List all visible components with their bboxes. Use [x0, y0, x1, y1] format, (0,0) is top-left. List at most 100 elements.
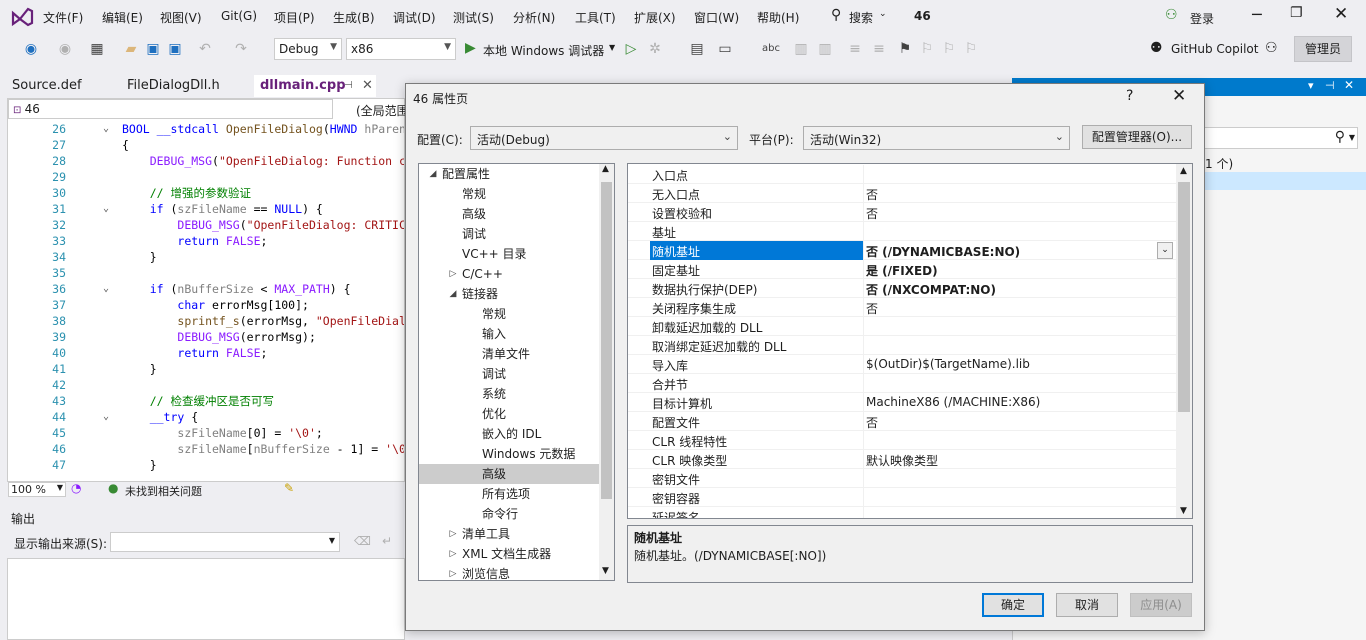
- code-line[interactable]: 36 ⌄ if (nBufferSize < MAX_PATH) {: [8, 281, 404, 297]
- tree-item[interactable]: 常规: [419, 304, 599, 324]
- scroll-down-icon[interactable]: ▼: [602, 566, 609, 576]
- scope-nav-dropdown[interactable]: (全局范围: [356, 102, 409, 119]
- expand-icon[interactable]: ◢: [447, 284, 459, 304]
- prev-bookmark-icon[interactable]: ⚐: [918, 41, 936, 57]
- property-row[interactable]: 取消绑定延迟加载的 DLL: [628, 336, 1176, 355]
- config-manager-button[interactable]: 配置管理器(O)...: [1082, 125, 1192, 149]
- tree-item[interactable]: 高级: [419, 204, 599, 224]
- tree-item[interactable]: 系统: [419, 384, 599, 404]
- hot-reload-icon[interactable]: ✲: [646, 41, 664, 57]
- expand-icon[interactable]: ▷: [447, 544, 459, 564]
- search-button[interactable]: 搜索: [849, 9, 873, 26]
- code-line[interactable]: 40 return FALSE;: [8, 345, 404, 361]
- clear-bookmark-icon[interactable]: ⚐: [962, 41, 980, 57]
- menu-item[interactable]: 编辑(E): [102, 9, 143, 26]
- close-window-icon[interactable]: ✕: [1334, 4, 1348, 24]
- tree-item[interactable]: 优化: [419, 404, 599, 424]
- menu-item[interactable]: 分析(N): [513, 9, 555, 26]
- scroll-down-icon[interactable]: ▼: [1180, 506, 1187, 516]
- clear-output-icon[interactable]: ⌫: [354, 534, 371, 548]
- panel-close-icon[interactable]: ✕: [1344, 78, 1354, 92]
- code-line[interactable]: 39 DEBUG_MSG(errorMsg);: [8, 329, 404, 345]
- property-value[interactable]: 否: [866, 205, 878, 222]
- solution-explorer-icon[interactable]: ▤: [688, 41, 706, 57]
- open-folder-icon[interactable]: ▰: [122, 41, 140, 57]
- tree-item[interactable]: 调试: [419, 364, 599, 384]
- property-value[interactable]: 否: [866, 186, 878, 203]
- scroll-up-icon[interactable]: ▲: [1180, 166, 1187, 176]
- expand-icon[interactable]: ◢: [427, 164, 439, 184]
- back-icon[interactable]: ◉: [22, 41, 40, 57]
- property-row[interactable]: 数据执行保护(DEP) 否 (/NXCOMPAT:NO): [628, 279, 1176, 298]
- platform-select[interactable]: 活动(Win32) ⌄: [803, 126, 1070, 150]
- code-line[interactable]: 38 sprintf_s(errorMsg, "OpenFileDial: [8, 313, 404, 329]
- property-row[interactable]: CLR 映像类型 默认映像类型: [628, 450, 1176, 469]
- close-icon[interactable]: ✕: [1172, 86, 1186, 106]
- cancel-button[interactable]: 取消: [1056, 593, 1118, 617]
- login-icon[interactable]: ⚇: [1165, 7, 1178, 23]
- tree-item[interactable]: Windows 元数据: [419, 444, 599, 464]
- ok-button[interactable]: 确定: [982, 593, 1044, 617]
- property-row[interactable]: 随机基址否 (/DYNAMICBASE:NO): [628, 241, 1176, 260]
- undo-icon[interactable]: ↶: [196, 41, 214, 57]
- tree-item[interactable]: ◢ 链接器: [419, 284, 599, 304]
- menu-item[interactable]: 窗口(W): [694, 9, 739, 26]
- fold-icon[interactable]: ⌄: [103, 281, 109, 297]
- tree-item[interactable]: ▷ C/C++: [419, 264, 599, 284]
- solution-config-select[interactable]: Debug ▼: [274, 38, 342, 60]
- property-row[interactable]: 基址: [628, 222, 1176, 241]
- scroll-up-icon[interactable]: ▲: [602, 164, 609, 174]
- tree-item[interactable]: 嵌入的 IDL: [419, 424, 599, 444]
- property-row[interactable]: 入口点: [628, 165, 1176, 184]
- config-select[interactable]: 活动(Debug) ⌄: [470, 126, 738, 150]
- code-line[interactable]: 29: [8, 169, 404, 185]
- property-row[interactable]: 关闭程序集生成 否: [628, 298, 1176, 317]
- tree-item[interactable]: 调试: [419, 224, 599, 244]
- menu-item[interactable]: 测试(S): [453, 9, 494, 26]
- code-line[interactable]: 26 ⌄ BOOL __stdcall OpenFileDialog(HWND hP…: [8, 121, 404, 137]
- property-tree[interactable]: ◢ 配置属性 常规 高级 调试 VC++ 目录 ▷ C/C++ ◢ 链接器 常规 输入 清单文件 调试 系统…: [418, 163, 615, 581]
- tree-item[interactable]: 所有选项: [419, 484, 599, 504]
- run-icon[interactable]: ▶: [465, 40, 476, 56]
- help-button[interactable]: ?: [1126, 88, 1133, 104]
- fold-icon[interactable]: ⌄: [103, 121, 109, 137]
- menu-item[interactable]: 项目(P): [274, 9, 315, 26]
- redo-icon[interactable]: ↷: [232, 41, 250, 57]
- login-button[interactable]: 登录: [1190, 10, 1214, 27]
- output-content[interactable]: [7, 558, 405, 640]
- fold-icon[interactable]: ⌄: [103, 201, 109, 217]
- tree-item[interactable]: 常规: [419, 184, 599, 204]
- new-project-icon[interactable]: ▦: [88, 41, 106, 57]
- copilot-icon[interactable]: ⚉: [1150, 40, 1163, 56]
- close-tab-icon[interactable]: ✕: [362, 75, 373, 97]
- search-dropdown-icon[interactable]: ⌄: [879, 9, 887, 19]
- property-value[interactable]: 默认映像类型: [866, 452, 938, 469]
- minimize-icon[interactable]: ─: [1252, 5, 1262, 24]
- code-editor[interactable]: 26 ⌄ BOOL __stdcall OpenFileDialog(HWND hP…: [7, 98, 405, 483]
- property-value[interactable]: 否: [866, 414, 878, 431]
- property-row[interactable]: 延迟签名: [628, 507, 1176, 518]
- save-icon[interactable]: ▣: [144, 41, 162, 57]
- property-value[interactable]: $(OutDir)$(TargetName).lib: [866, 357, 1030, 371]
- property-row[interactable]: 合并节: [628, 374, 1176, 393]
- tab-dllmain-cpp[interactable]: dllmain.cpp ⊣ ✕: [254, 75, 376, 97]
- property-value[interactable]: 否 (/DYNAMICBASE:NO): [866, 243, 1020, 260]
- restore-icon[interactable]: ❐: [1290, 5, 1303, 21]
- code-line[interactable]: 35: [8, 265, 404, 281]
- menu-item[interactable]: 生成(B): [333, 9, 375, 26]
- code-line[interactable]: 42: [8, 377, 404, 393]
- property-value[interactable]: MachineX86 (/MACHINE:X86): [866, 395, 1040, 409]
- apply-button[interactable]: 应用(A): [1130, 593, 1192, 617]
- selected-tree-node[interactable]: [1200, 172, 1366, 190]
- value-dropdown-button[interactable]: ⌄: [1157, 242, 1173, 259]
- property-row[interactable]: 密钥容器: [628, 488, 1176, 507]
- comment-icon[interactable]: ▥: [792, 41, 810, 57]
- output-source-select[interactable]: ▼: [110, 532, 340, 552]
- word-wrap-icon[interactable]: ↵: [382, 534, 392, 548]
- menu-item[interactable]: 文件(F): [43, 9, 83, 26]
- tab-source-def[interactable]: Source.def: [12, 78, 82, 93]
- code-line[interactable]: 31 ⌄ if (szFileName == NULL) {: [8, 201, 404, 217]
- code-line[interactable]: 32 DEBUG_MSG("OpenFileDialog: CRITIC: [8, 217, 404, 233]
- issues-status[interactable]: 未找到相关问题: [125, 483, 202, 499]
- run-debugger-button[interactable]: 本地 Windows 调试器: [483, 42, 604, 59]
